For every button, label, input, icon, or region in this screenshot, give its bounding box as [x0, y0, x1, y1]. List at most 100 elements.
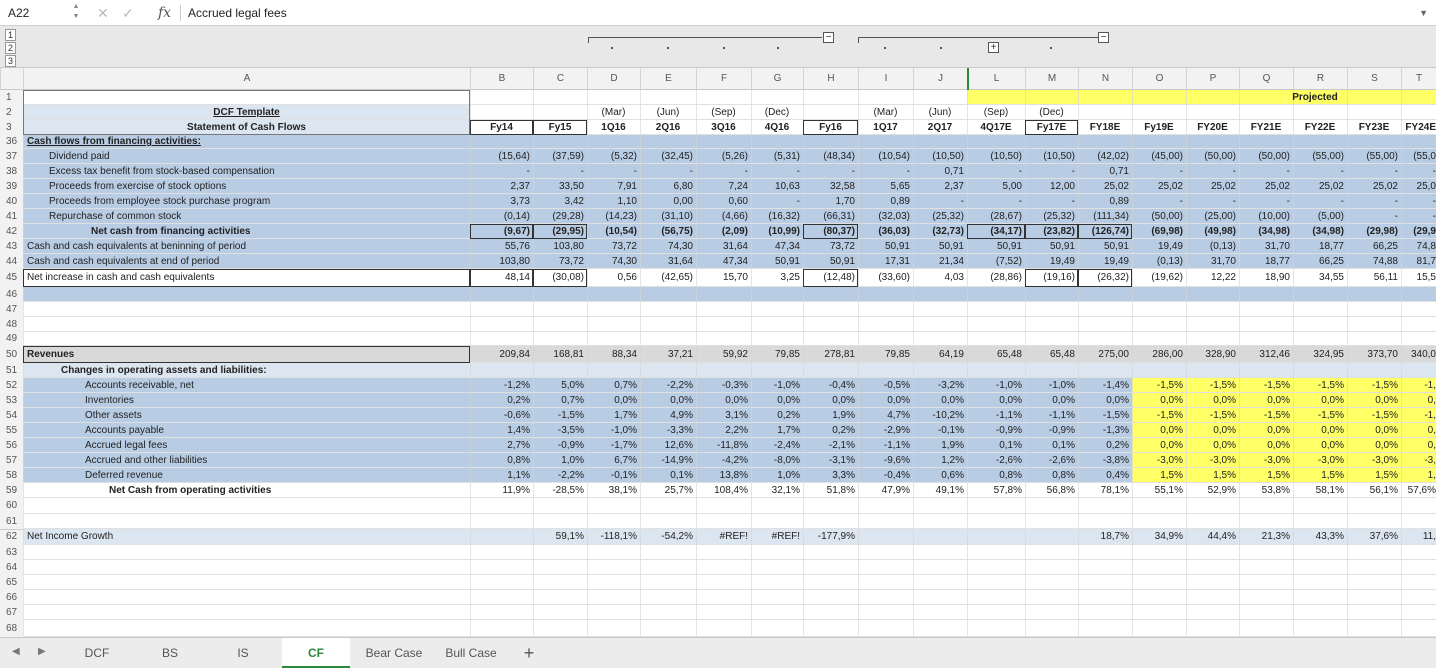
cell-q37[interactable]: (50,00): [1239, 149, 1293, 164]
cell-l2[interactable]: (Sep): [967, 105, 1025, 120]
cell-o43[interactable]: 19,49: [1132, 239, 1186, 254]
cell-m40[interactable]: -: [1025, 194, 1078, 209]
cell-s44[interactable]: 74,88: [1347, 254, 1401, 269]
cell-e57[interactable]: -14,9%: [640, 453, 696, 468]
cell-t44[interactable]: 81,7: [1401, 254, 1436, 269]
cell-r59[interactable]: 58,1%: [1293, 483, 1347, 498]
cell-a42[interactable]: Net cash from financing activities: [23, 224, 470, 239]
cell-q62[interactable]: 21,3%: [1239, 529, 1293, 545]
cell-j57[interactable]: 1,2%: [913, 453, 967, 468]
cell-a44[interactable]: Cash and cash equivalents at end of peri…: [23, 254, 470, 269]
cell-o42[interactable]: (69,98): [1132, 224, 1186, 239]
cell-l57[interactable]: -2,6%: [967, 453, 1025, 468]
cell-c54[interactable]: -1,5%: [533, 408, 587, 423]
row-header-44[interactable]: 44: [0, 254, 23, 269]
cell-i3[interactable]: 1Q17: [858, 120, 913, 135]
cell-s58[interactable]: 1,5%: [1347, 468, 1401, 483]
cell-f57[interactable]: -4,2%: [696, 453, 751, 468]
cell-b54[interactable]: -0,6%: [470, 408, 533, 423]
cell-a62[interactable]: Net Income Growth: [23, 529, 470, 545]
cell-d54[interactable]: 1,7%: [587, 408, 640, 423]
cell-i44[interactable]: 17,31: [858, 254, 913, 269]
cell-g37[interactable]: (5,31): [751, 149, 803, 164]
cell-o3[interactable]: Fy19E: [1132, 120, 1186, 135]
column-header-t[interactable]: T: [1401, 68, 1436, 90]
cell-f3[interactable]: 3Q16: [696, 120, 751, 135]
cell-r1[interactable]: Projected: [1283, 90, 1347, 105]
cell-a53[interactable]: Inventories: [23, 393, 470, 408]
cell-g42[interactable]: (10,99): [751, 224, 803, 239]
cell-g3[interactable]: 4Q16: [751, 120, 803, 135]
cell-r37[interactable]: (55,00): [1293, 149, 1347, 164]
cell-d3[interactable]: 1Q16: [587, 120, 640, 135]
cell-f44[interactable]: 47,34: [696, 254, 751, 269]
cell-s54[interactable]: -1,5%: [1347, 408, 1401, 423]
cell-f43[interactable]: 31,64: [696, 239, 751, 254]
cell-o54[interactable]: -1,5%: [1132, 408, 1186, 423]
cell-l50[interactable]: 65,48: [967, 346, 1025, 363]
tab-bear-case[interactable]: Bear Case: [355, 638, 433, 668]
column-header-o[interactable]: O: [1132, 68, 1186, 90]
cell-d40[interactable]: 1,10: [587, 194, 640, 209]
cell-t52[interactable]: -1,: [1401, 378, 1436, 393]
cell-p52[interactable]: -1,5%: [1186, 378, 1239, 393]
row-header-1[interactable]: 1: [0, 90, 23, 105]
cell-q55[interactable]: 0,0%: [1239, 423, 1293, 438]
cell-q52[interactable]: -1,5%: [1239, 378, 1293, 393]
cell-d2[interactable]: (Mar): [587, 105, 640, 120]
cell-t58[interactable]: 1,: [1401, 468, 1436, 483]
cell-s40[interactable]: -: [1347, 194, 1401, 209]
cell-j42[interactable]: (32,73): [913, 224, 967, 239]
cell-c40[interactable]: 3,42: [533, 194, 587, 209]
cell-e2[interactable]: (Jun): [640, 105, 696, 120]
column-header-g[interactable]: G: [751, 68, 803, 90]
cell-b53[interactable]: 0,2%: [470, 393, 533, 408]
cell-b57[interactable]: 0,8%: [470, 453, 533, 468]
cell-t43[interactable]: 74,8: [1401, 239, 1436, 254]
row-header-36[interactable]: 36: [0, 135, 23, 149]
cell-f52[interactable]: -0,3%: [696, 378, 751, 393]
cell-b50[interactable]: 209,84: [470, 346, 533, 363]
cell-n41[interactable]: (111,34): [1078, 209, 1132, 224]
cell-o59[interactable]: 55,1%: [1132, 483, 1186, 498]
cell-i38[interactable]: -: [858, 164, 913, 179]
cell-e58[interactable]: 0,1%: [640, 468, 696, 483]
cell-t37[interactable]: (55,0: [1401, 149, 1436, 164]
cell-j59[interactable]: 49,1%: [913, 483, 967, 498]
cell-l41[interactable]: (28,67): [967, 209, 1025, 224]
cell-h62[interactable]: -177,9%: [803, 529, 858, 545]
row-header-49[interactable]: 49: [0, 332, 23, 346]
cell-i56[interactable]: -1,1%: [858, 438, 913, 453]
cell-a43[interactable]: Cash and cash equivalents at beninning o…: [23, 239, 470, 254]
cell-h44[interactable]: 50,91: [803, 254, 858, 269]
cell-j37[interactable]: (10,50): [913, 149, 967, 164]
cell-i54[interactable]: 4,7%: [858, 408, 913, 423]
cell-c41[interactable]: (29,28): [533, 209, 587, 224]
cell-f62[interactable]: #REF!: [696, 529, 751, 545]
cell-l37[interactable]: (10,50): [967, 149, 1025, 164]
cell-a51[interactable]: Changes in operating assets and liabilit…: [23, 363, 470, 378]
cell-l45[interactable]: (28,86): [967, 269, 1025, 287]
cell-m37[interactable]: (10,50): [1025, 149, 1078, 164]
cell-g57[interactable]: -8,0%: [751, 453, 803, 468]
cell-e37[interactable]: (32,45): [640, 149, 696, 164]
cell-g62[interactable]: #REF!: [751, 529, 803, 545]
outline-level-1-button[interactable]: 1: [5, 29, 16, 41]
cell-c50[interactable]: 168,81: [533, 346, 587, 363]
row-header-67[interactable]: 67: [0, 605, 23, 620]
cell-j58[interactable]: 0,6%: [913, 468, 967, 483]
cell-s57[interactable]: -3,0%: [1347, 453, 1401, 468]
cell-j41[interactable]: (25,32): [913, 209, 967, 224]
tab-bull-case[interactable]: Bull Case: [437, 638, 505, 668]
cell-b40[interactable]: 3,73: [470, 194, 533, 209]
cell-c37[interactable]: (37,59): [533, 149, 587, 164]
cell-n53[interactable]: 0,0%: [1078, 393, 1132, 408]
cell-g40[interactable]: -: [751, 194, 803, 209]
cell-i45[interactable]: (33,60): [858, 269, 913, 287]
cell-g43[interactable]: 47,34: [751, 239, 803, 254]
cell-n44[interactable]: 19,49: [1078, 254, 1132, 269]
row-header-40[interactable]: 40: [0, 194, 23, 209]
cell-n55[interactable]: -1,3%: [1078, 423, 1132, 438]
cell-q43[interactable]: 31,70: [1239, 239, 1293, 254]
cell-i40[interactable]: 0,89: [858, 194, 913, 209]
